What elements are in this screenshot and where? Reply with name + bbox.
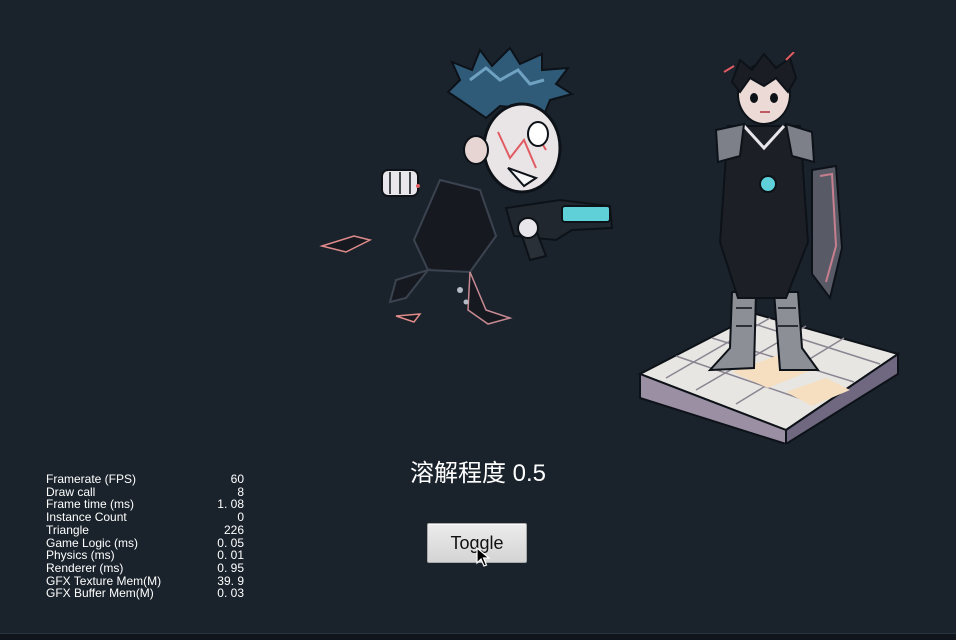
stat-row-gfx-buffer-mem: GFX Buffer Mem(M) 0. 03 — [46, 587, 244, 600]
stat-label: Framerate (FPS) — [46, 472, 137, 486]
stat-row-renderer: Renderer (ms) 0. 95 — [46, 562, 244, 575]
stat-label: Triangle — [46, 522, 89, 537]
stat-value: 226 — [223, 522, 244, 537]
mouse-cursor-icon — [476, 547, 490, 567]
stat-row-triangle: Triangle 226 — [46, 524, 244, 537]
bottom-strip — [0, 634, 956, 640]
stat-label: Renderer (ms) — [46, 560, 124, 575]
stat-label: GFX Buffer Mem(M) — [46, 586, 154, 601]
stats-panel: Framerate (FPS) 60 Draw call 8 Frame tim… — [46, 473, 244, 600]
stat-row-instance-count: Instance Count 0 — [46, 511, 244, 524]
stat-row-framerate: Framerate (FPS) 60 — [46, 473, 244, 486]
stat-value: 0. 03 — [217, 586, 244, 601]
knight-sprite — [637, 52, 901, 444]
dissolving-gunner-sprite — [319, 46, 614, 325]
stat-value: 60 — [230, 472, 244, 486]
dissolve-amount-label: 溶解程度 0.5 — [409, 460, 547, 487]
stat-value: 0. 95 — [217, 560, 244, 575]
stat-value: 0 — [237, 510, 244, 525]
stat-label: Instance Count — [46, 510, 127, 525]
